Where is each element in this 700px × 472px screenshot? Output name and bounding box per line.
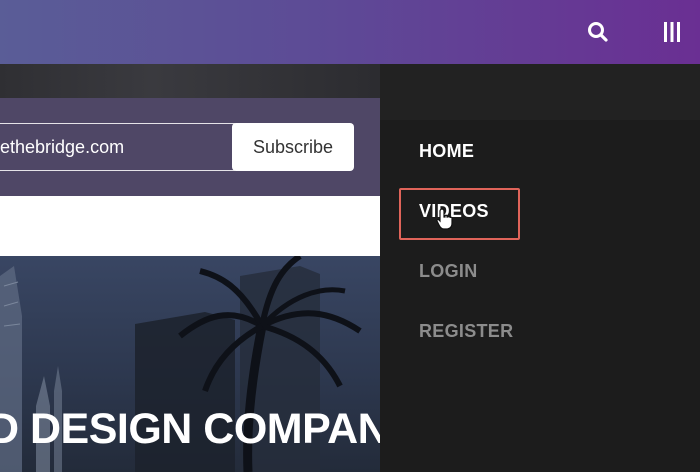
navigation-drawer: HOME VIDEOS LOGIN REGISTER bbox=[380, 64, 700, 472]
hero-heading: D DESIGN COMPANY bbox=[0, 405, 380, 453]
nav-item-home[interactable]: HOME bbox=[419, 141, 474, 162]
page-content: Subscribe D DESIGN COM bbox=[0, 64, 380, 472]
white-band bbox=[0, 196, 380, 256]
drawer-top-band bbox=[380, 64, 700, 120]
search-icon[interactable] bbox=[582, 16, 614, 48]
hero-top-image bbox=[0, 64, 380, 98]
nav-item-login[interactable]: LOGIN bbox=[419, 261, 478, 282]
subscribe-button[interactable]: Subscribe bbox=[232, 123, 354, 171]
nav-item-register[interactable]: REGISTER bbox=[419, 321, 513, 342]
hand-cursor-icon bbox=[436, 208, 454, 230]
top-header bbox=[0, 0, 700, 64]
email-field[interactable] bbox=[0, 123, 238, 171]
menu-icon[interactable] bbox=[656, 16, 688, 48]
